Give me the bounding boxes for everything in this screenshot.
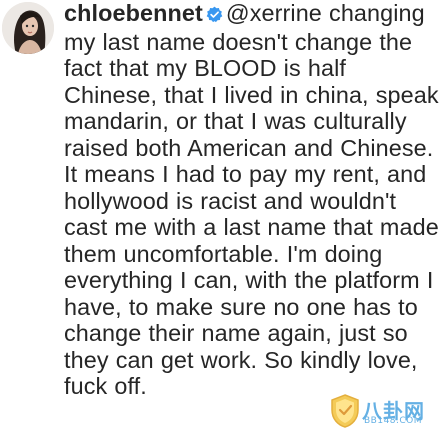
avatar[interactable] bbox=[2, 2, 54, 54]
mention-link[interactable]: @xerrine bbox=[226, 0, 322, 26]
verified-badge-icon bbox=[206, 2, 223, 29]
profile-photo bbox=[2, 2, 54, 54]
watermark-site: BB148.COM bbox=[364, 416, 423, 426]
comment-text: changing my last name doesn't change the… bbox=[64, 0, 439, 399]
shield-logo-icon bbox=[331, 394, 359, 428]
comment: chloebennet @xerrine changing my last na… bbox=[64, 0, 440, 400]
username-link[interactable]: chloebennet bbox=[64, 0, 203, 26]
watermark: 八卦网 BB148.COM bbox=[330, 394, 438, 430]
